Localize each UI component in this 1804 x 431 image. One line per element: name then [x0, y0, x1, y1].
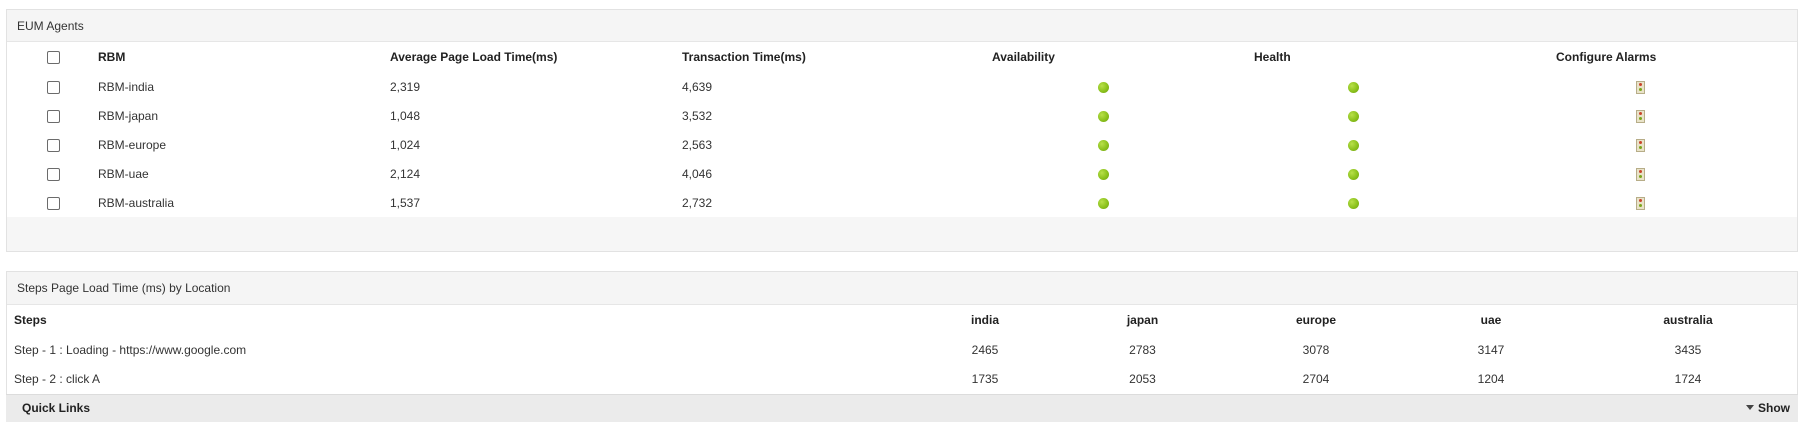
row-checkbox[interactable] — [47, 196, 60, 210]
column-header-avg-page-load[interactable]: Average Page Load Time(ms) — [390, 42, 682, 72]
uae-value: 3147 — [1477, 342, 1505, 357]
show-label: Show — [1758, 401, 1790, 415]
configure-alarm-icon[interactable] — [1636, 109, 1645, 123]
agent-name-link[interactable]: RBM-uae — [98, 159, 390, 188]
availability-status-icon[interactable] — [1098, 168, 1109, 180]
select-all-cell — [7, 42, 98, 72]
row-checkbox[interactable] — [47, 138, 60, 152]
transaction-time-value: 4,046 — [682, 166, 713, 181]
avg-page-load-value: 1,537 — [390, 195, 421, 210]
avg-page-load-value: 1,048 — [390, 108, 421, 123]
column-header-india: india — [970, 313, 999, 327]
step-name: Step - 1 : Loading - https://www.google.… — [14, 342, 247, 357]
caret-down-icon — [1746, 405, 1754, 411]
table-row: Step - 2 : click A 1735 2053 2704 1204 1… — [7, 364, 1797, 393]
step-name: Step - 2 : click A — [14, 371, 101, 386]
agent-name-link[interactable]: RBM-australia — [98, 188, 390, 217]
configure-alarm-icon[interactable] — [1636, 196, 1645, 210]
table-row: RBM-japan 1,048 3,532 — [7, 101, 1799, 130]
column-header-europe: europe — [1295, 313, 1336, 327]
steps-panel-title: Steps Page Load Time (ms) by Location — [7, 272, 1797, 305]
row-checkbox[interactable] — [47, 80, 60, 94]
column-header-steps: Steps — [14, 313, 47, 327]
availability-status-icon[interactable] — [1098, 139, 1109, 151]
steps-table: Steps india japan europe uae australia S… — [7, 305, 1797, 393]
avg-page-load-value: 1,024 — [390, 137, 421, 152]
configure-alarm-icon[interactable] — [1636, 80, 1645, 94]
table-row: Step - 1 : Loading - https://www.google.… — [7, 335, 1797, 364]
column-header-health[interactable]: Health — [1254, 42, 1556, 72]
table-row: RBM-uae 2,124 4,046 — [7, 159, 1799, 188]
table-header-row: RBM Average Page Load Time(ms) Transacti… — [7, 42, 1799, 72]
uae-value: 1204 — [1477, 371, 1505, 386]
transaction-time-value: 2,563 — [682, 137, 713, 152]
table-row: RBM-australia 1,537 2,732 — [7, 188, 1799, 217]
transaction-time-value: 4,639 — [682, 79, 713, 94]
table-row: RBM-europe 1,024 2,563 — [7, 130, 1799, 159]
europe-value: 3078 — [1302, 342, 1330, 357]
india-value: 2465 — [971, 342, 999, 357]
health-status-icon[interactable] — [1348, 81, 1359, 93]
health-status-icon[interactable] — [1348, 197, 1359, 209]
avg-page-load-value: 2,124 — [390, 166, 421, 181]
europe-value: 2704 — [1302, 371, 1330, 386]
transaction-time-value: 3,532 — [682, 108, 713, 123]
column-header-transaction-time[interactable]: Transaction Time(ms) — [682, 42, 992, 72]
health-status-icon[interactable] — [1348, 139, 1359, 151]
eum-agents-table-container: RBM Average Page Load Time(ms) Transacti… — [7, 42, 1797, 217]
health-status-icon[interactable] — [1348, 110, 1359, 122]
table-header-row: Steps india japan europe uae australia — [7, 305, 1797, 335]
japan-value: 2053 — [1129, 371, 1156, 386]
configure-alarm-icon[interactable] — [1636, 167, 1645, 181]
india-value: 1735 — [971, 371, 999, 386]
agent-name-link[interactable]: RBM-europe — [98, 130, 390, 159]
eum-agents-title: EUM Agents — [7, 10, 1797, 42]
column-header-uae: uae — [1480, 313, 1502, 327]
avg-page-load-value: 2,319 — [390, 79, 421, 94]
table-row: RBM-india 2,319 4,639 — [7, 72, 1799, 101]
australia-value: 1724 — [1674, 371, 1702, 386]
quick-links-title: Quick Links — [22, 401, 91, 415]
eum-agents-panel: EUM Agents RBM Average Page Load Time(ms… — [6, 9, 1798, 252]
column-header-japan: japan — [1126, 313, 1159, 327]
row-checkbox[interactable] — [47, 109, 60, 123]
column-header-australia: australia — [1663, 313, 1713, 327]
column-header-availability[interactable]: Availability — [992, 42, 1254, 72]
quick-links-show-toggle[interactable]: Show — [1746, 395, 1790, 422]
row-checkbox[interactable] — [47, 167, 60, 181]
agent-name-link[interactable]: RBM-japan — [98, 101, 390, 130]
availability-status-icon[interactable] — [1098, 197, 1109, 209]
eum-agents-table: RBM Average Page Load Time(ms) Transacti… — [7, 42, 1799, 217]
steps-page-load-panel: Steps Page Load Time (ms) by Location St… — [6, 271, 1798, 397]
select-all-checkbox[interactable] — [47, 51, 60, 65]
column-header-configure-alarms: Configure Alarms — [1556, 50, 1657, 64]
australia-value: 3435 — [1674, 342, 1702, 357]
availability-status-icon[interactable] — [1098, 110, 1109, 122]
quick-links-bar: Quick Links Show — [6, 394, 1798, 422]
column-header-rbm[interactable]: RBM — [98, 42, 390, 72]
agent-name-link[interactable]: RBM-india — [98, 72, 390, 101]
transaction-time-value: 2,732 — [682, 195, 713, 210]
health-status-icon[interactable] — [1348, 168, 1359, 180]
japan-value: 2783 — [1129, 342, 1156, 357]
availability-status-icon[interactable] — [1098, 81, 1109, 93]
configure-alarm-icon[interactable] — [1636, 138, 1645, 152]
